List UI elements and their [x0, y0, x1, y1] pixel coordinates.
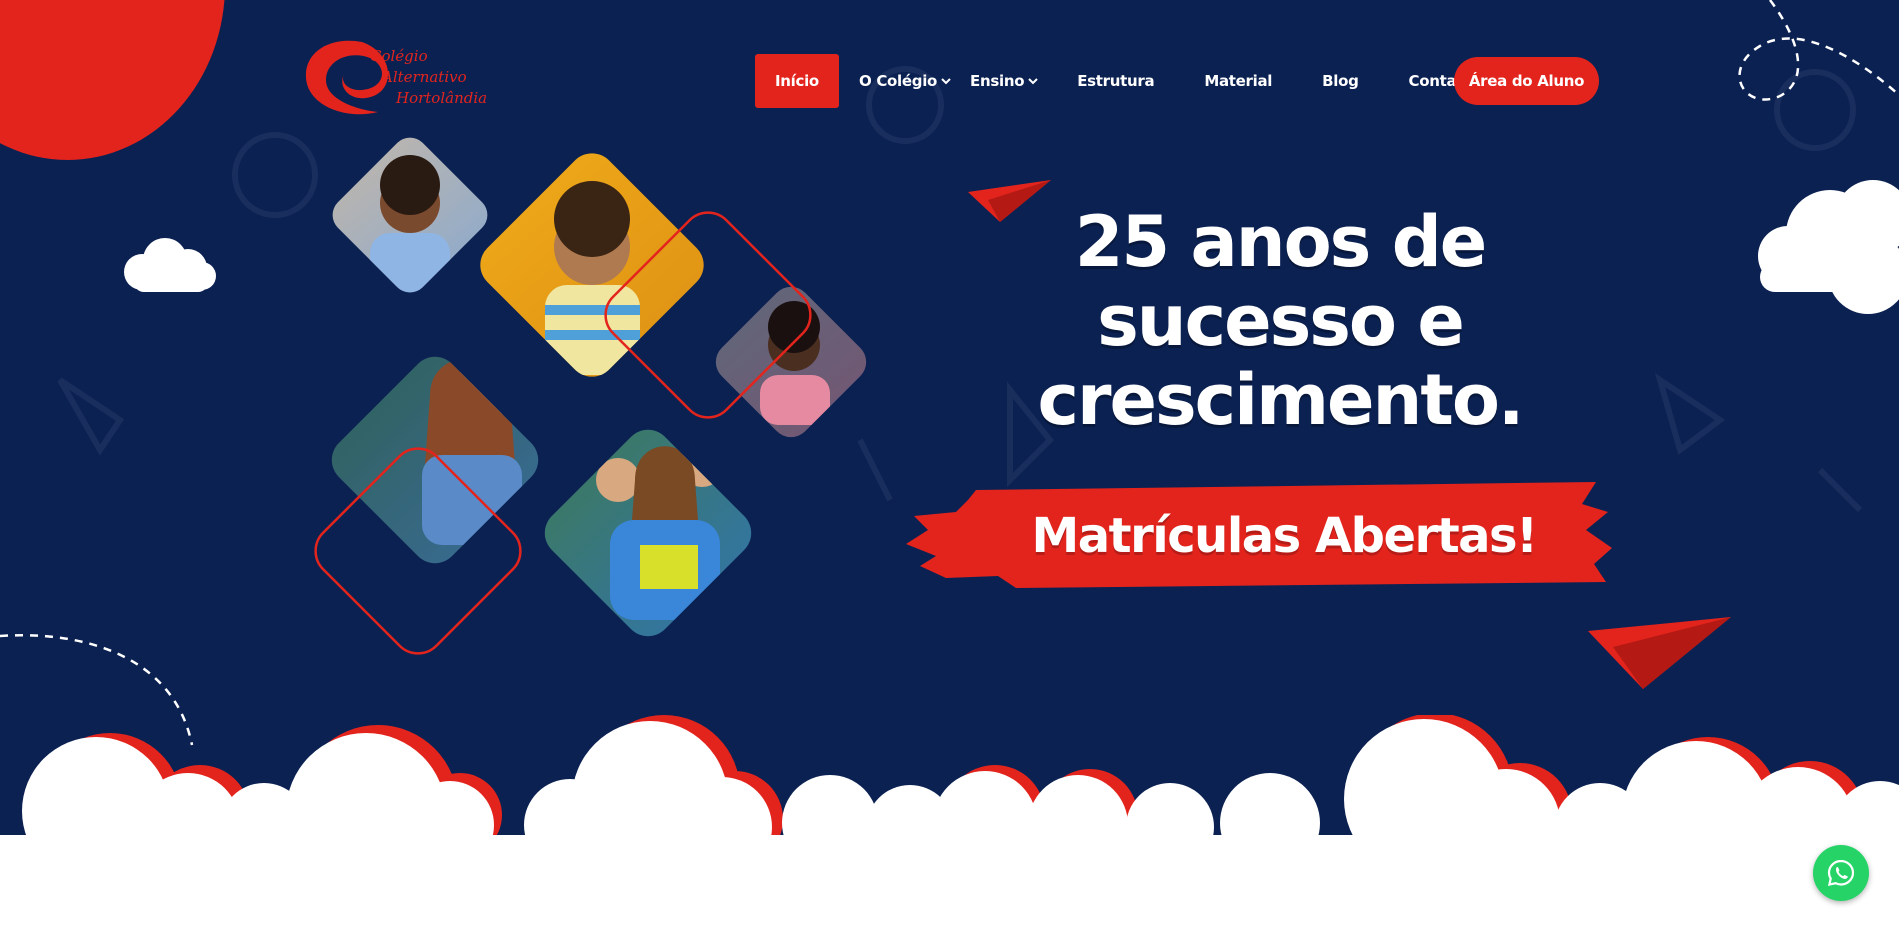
whatsapp-button[interactable] [1813, 845, 1869, 901]
school-logo[interactable]: Colégio Alternativo Hortolândia [300, 34, 490, 126]
nav-item-label: Início [775, 72, 819, 90]
nav-item-material[interactable]: Material [1204, 54, 1272, 108]
nav-item-blog[interactable]: Blog [1322, 54, 1359, 108]
nav-item-ensino[interactable]: Ensino [970, 54, 1039, 108]
banner-text: Matrículas Abertas! [1031, 508, 1538, 564]
logo-line-2: Alternativo [382, 68, 467, 86]
logo-text: Colégio Alternativo Hortolândia [370, 46, 487, 109]
chevron-down-icon [941, 78, 951, 85]
hero-headline: 25 anos de sucesso e crescimento. [1010, 203, 1550, 440]
whatsapp-icon [1827, 859, 1855, 887]
nav-item-inicio[interactable]: Início [755, 54, 839, 108]
paper-plane-icon [1588, 617, 1731, 689]
nav-item-o-colegio[interactable]: O Colégio [859, 54, 952, 108]
boy-backpack-photo [470, 143, 714, 387]
students-group-photo [534, 419, 762, 647]
headline-line-3: crescimento. [1037, 359, 1524, 441]
nav-item-label: Blog [1322, 72, 1359, 90]
hero-section: Colégio Alternativo Hortolândia Início O… [0, 0, 1899, 930]
nav-item-label: Ensino [970, 72, 1025, 90]
cloud-icon [124, 238, 216, 292]
girl-hands-on-cheeks-photo [707, 278, 875, 446]
main-nav: Início O Colégio Ensino Estrutura Materi… [755, 54, 1474, 108]
cloud-border [0, 715, 1899, 930]
nav-item-label: O Colégio [858, 72, 938, 90]
logo-line-3: Hortolândia [396, 89, 488, 107]
chevron-down-icon [1028, 78, 1038, 85]
teen-girl-writing-photo [321, 346, 549, 574]
headline-line-2: sucesso e [1097, 280, 1465, 362]
logo-line-1: Colégio [370, 47, 428, 65]
enrollment-banner[interactable]: Matrículas Abertas! [906, 482, 1612, 590]
cloud-icon [1758, 180, 1899, 314]
nav-item-estrutura[interactable]: Estrutura [1077, 54, 1154, 108]
nav-item-label: Estrutura [1077, 72, 1155, 90]
headline-line-1: 25 anos de [1074, 201, 1488, 283]
nav-item-label: Material [1204, 72, 1273, 90]
photo-collage [314, 135, 875, 655]
area-do-aluno-button[interactable]: Área do Aluno [1454, 57, 1599, 105]
